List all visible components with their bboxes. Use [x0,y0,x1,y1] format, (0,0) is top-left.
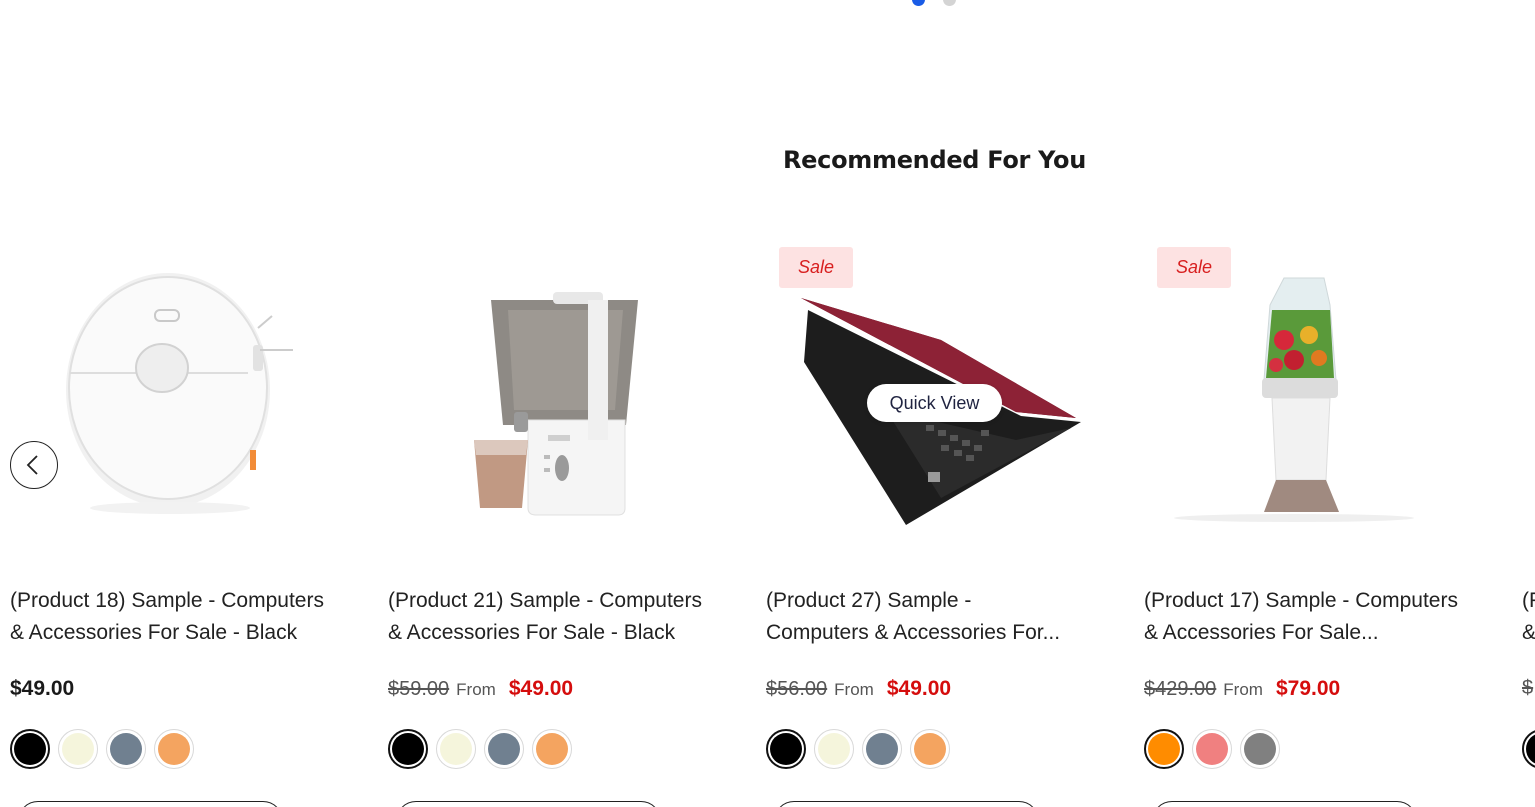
sale-badge: Sale [779,247,853,288]
color-swatch[interactable] [910,729,950,769]
color-swatch[interactable] [436,729,476,769]
color-swatch[interactable] [862,729,902,769]
product-card[interactable]: (Product 21) Sample - Computers & Access… [388,240,738,807]
color-swatches [766,729,950,769]
color-swatches [1522,729,1535,769]
compare-price: $59.00 [388,678,450,700]
price-row: $429.00 From $79.00 [1144,677,1340,701]
sale-badge: Sale [1157,247,1231,288]
carousel-prev-button[interactable] [10,441,58,489]
product-title[interactable]: (Product 21) Sample - Computers & Access… [388,585,733,649]
add-to-cart-button[interactable] [1152,801,1417,807]
blender-image [1174,277,1414,522]
product-card[interactable]: (Product 18) Sample - Computers & Access… [10,240,360,807]
quick-view-button[interactable]: Quick View [867,384,1002,422]
compare-price: $ [1522,677,1534,699]
robot-vacuum-image [66,273,293,514]
color-swatch[interactable] [10,729,50,769]
color-swatch[interactable] [814,729,854,769]
from-label: From [456,680,496,699]
add-to-cart-button[interactable] [396,801,661,807]
from-label: From [1223,680,1263,699]
color-swatch[interactable] [484,729,524,769]
color-swatch[interactable] [154,729,194,769]
compare-price: $56.00 [766,678,828,700]
color-swatch[interactable] [532,729,572,769]
from-label: From [834,680,874,699]
sale-price: $49.00 [508,677,574,700]
sale-price: $79.00 [1275,677,1341,700]
color-swatch[interactable] [58,729,98,769]
sale-price: $49.00 [886,677,952,700]
section-title: Recommended For You [783,146,1086,174]
product-image[interactable]: Sale Quick View [766,240,1116,560]
product-title[interactable]: (P & [1522,585,1535,649]
product-title[interactable]: (Product 18) Sample - Computers & Access… [10,585,355,649]
add-to-cart-button[interactable] [18,801,283,807]
color-swatch[interactable] [1144,729,1184,769]
product-image[interactable] [388,240,738,560]
add-to-cart-button[interactable] [774,801,1039,807]
color-swatches [388,729,572,769]
color-swatch[interactable] [388,729,428,769]
color-swatch[interactable] [106,729,146,769]
price-row: $49.00 [10,677,74,701]
product-title[interactable]: (Product 17) Sample - Computers & Access… [1144,585,1489,649]
product-card[interactable]: Sale Quick View (Product 27) Sample - Co… [766,240,1116,807]
recommended-section: Recommended For You (Product 18) Sample … [0,0,1535,807]
product-price: $49.00 [10,677,75,700]
color-swatches [1144,729,1280,769]
color-swatch[interactable] [1522,729,1535,769]
compare-price: $429.00 [1144,678,1217,700]
chevron-left-icon [26,455,38,475]
color-swatch[interactable] [1240,729,1280,769]
juicer-image [474,292,638,516]
carousel-dot-1[interactable] [912,0,925,6]
carousel-pagination [912,0,956,6]
carousel-dot-2[interactable] [943,0,956,6]
price-row: $56.00 From $49.00 [766,677,951,701]
product-image[interactable] [10,240,360,560]
color-swatches [10,729,194,769]
product-card[interactable]: Sale (Product 17) Sample - Computers & A… [1144,240,1494,807]
product-title[interactable]: (Product 27) Sample - Computers & Access… [766,585,1111,649]
price-row: $59.00 From $49.00 [388,677,573,701]
color-swatch[interactable] [1192,729,1232,769]
color-swatch[interactable] [766,729,806,769]
product-image[interactable]: Sale [1144,240,1494,560]
price-row: $ [1522,677,1533,700]
